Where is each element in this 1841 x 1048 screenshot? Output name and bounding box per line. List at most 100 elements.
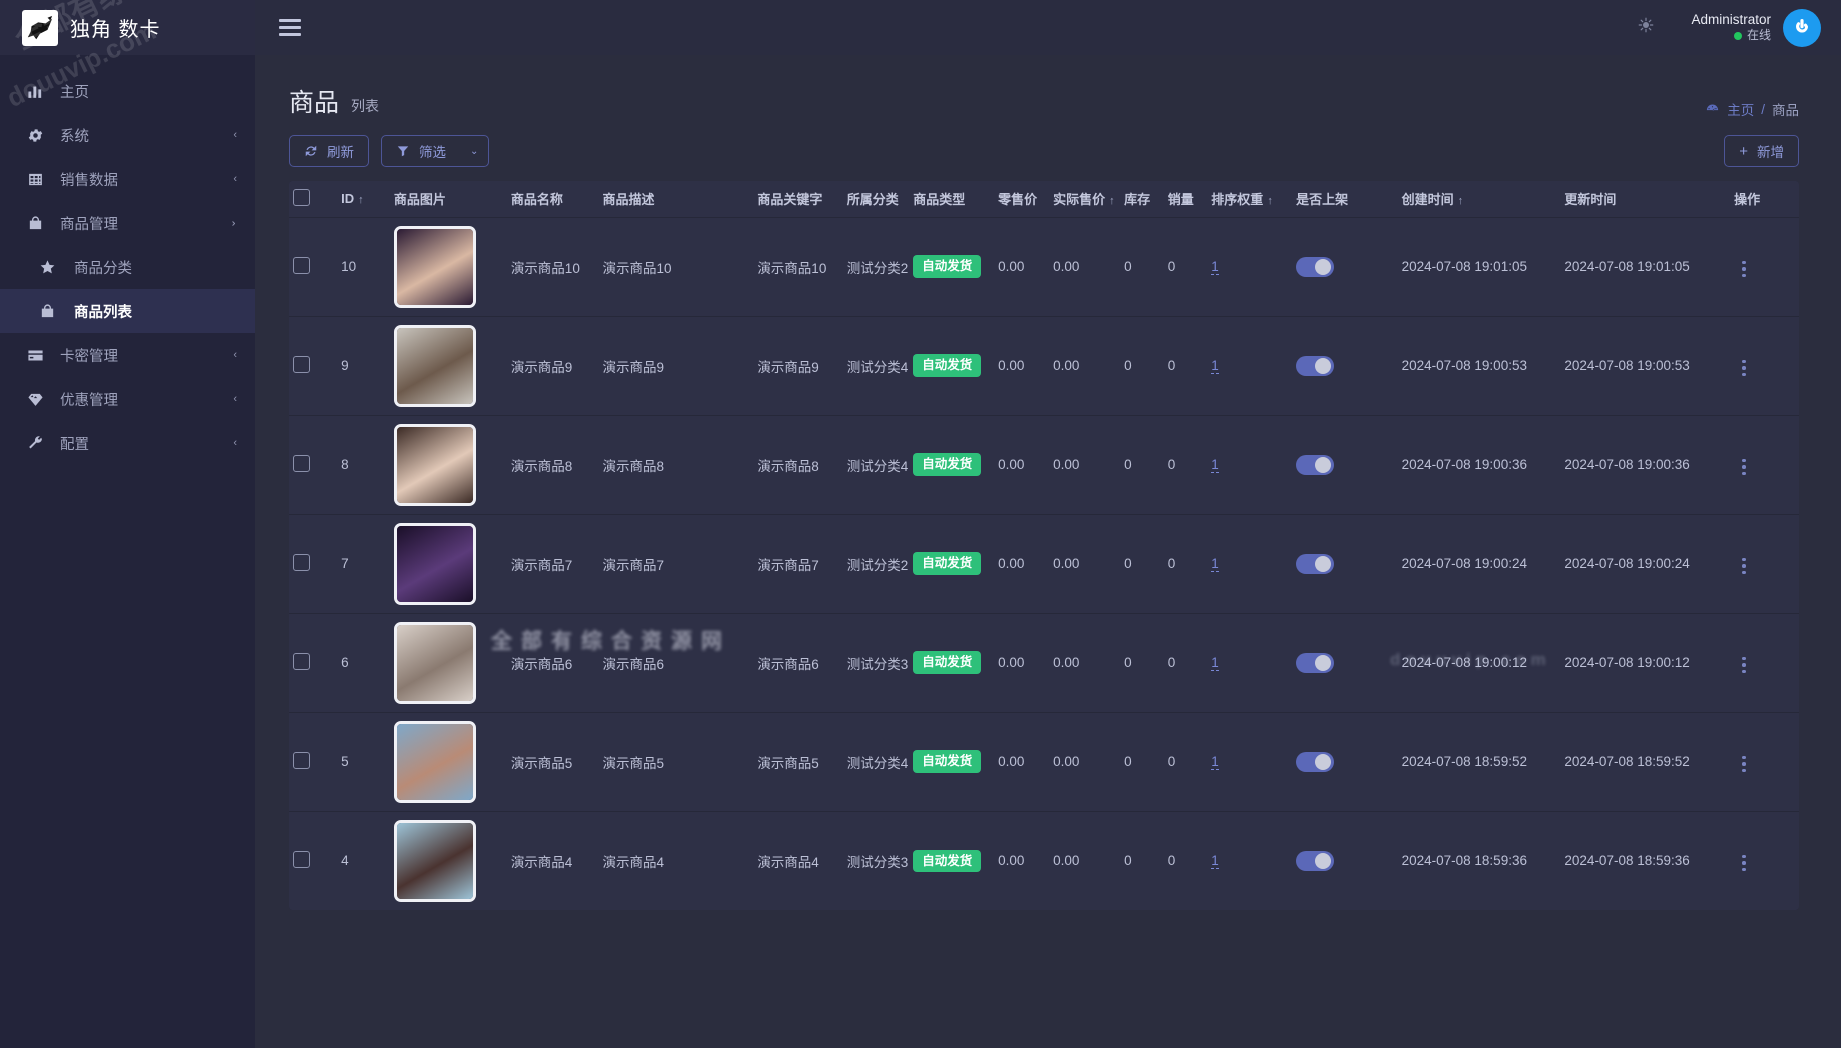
product-thumbnail[interactable] (393, 720, 476, 803)
select-all-checkbox[interactable] (293, 188, 310, 206)
product-thumbnail[interactable] (393, 819, 476, 902)
table-row: 10 演示商品10 演示商品10 演示商品10 测试分类2 自动发货 0.00 0.00 0 0 1… (289, 217, 1799, 316)
row-checkbox[interactable] (293, 850, 310, 868)
row-weight-link[interactable]: 1 (1211, 655, 1219, 671)
cell-type: 自动发货 (909, 415, 994, 514)
sidebar-item-product-list[interactable]: 商品列表 (0, 289, 255, 333)
th-updated-label: 更新时间 (1564, 192, 1617, 208)
product-thumbnail[interactable] (393, 522, 476, 605)
toolbar-left-group: 刷新 筛选 ⌄ (289, 135, 490, 167)
table-row: 9 演示商品9 演示商品9 演示商品9 测试分类4 自动发货 0.00 0.00 0 0 1 2024… (289, 316, 1799, 415)
breadcrumb-home[interactable]: 主页 (1727, 99, 1754, 119)
row-updated: 2024-07-08 18:59:36 (1564, 853, 1690, 869)
user-texts: Administrator 在线 (1691, 12, 1771, 44)
row-actions-menu-icon[interactable] (1734, 851, 1754, 876)
sidebar-item-product-category[interactable]: 商品分类 (0, 245, 255, 289)
sidebar-label-system: 系统 (60, 128, 89, 145)
row-id: 4 (341, 853, 349, 869)
row-price: 0.00 (998, 655, 1025, 670)
row-stock: 0 (1124, 754, 1132, 769)
row-weight-link[interactable]: 1 (1211, 457, 1219, 473)
th-actual-price[interactable]: 实际售价 ↑ (1049, 181, 1121, 217)
cell-type: 自动发货 (909, 217, 994, 316)
brand-header[interactable]: 独角 数卡 (0, 0, 255, 55)
cell-online (1292, 811, 1397, 910)
status-badge: 自动发货 (913, 453, 982, 476)
row-weight-link[interactable]: 1 (1211, 358, 1219, 374)
online-toggle[interactable] (1296, 256, 1335, 277)
th-image-label: 商品图片 (393, 192, 446, 208)
cell-type: 自动发货 (909, 316, 994, 415)
th-type-label: 商品类型 (913, 192, 966, 208)
online-toggle[interactable] (1296, 850, 1335, 871)
row-weight-link[interactable]: 1 (1211, 853, 1219, 870)
cell-updated: 2024-07-08 18:59:52 (1560, 712, 1730, 811)
cell-type: 自动发货 (909, 811, 994, 910)
row-weight-link[interactable]: 1 (1211, 754, 1219, 770)
online-toggle[interactable] (1296, 355, 1335, 376)
row-name: 演示商品4 (510, 854, 573, 870)
product-thumbnail[interactable] (393, 621, 476, 704)
row-checkbox[interactable] (293, 553, 310, 571)
table-row: 8 演示商品8 演示商品8 演示商品8 测试分类4 自动发货 0.00 0.00 0 0 1 2024… (289, 415, 1799, 514)
cell-online (1292, 415, 1397, 514)
online-toggle[interactable] (1296, 454, 1335, 475)
sidebar-item-product-management[interactable]: 商品管理 ⌄ (0, 201, 255, 245)
row-desc: 演示商品4 (602, 854, 665, 870)
row-checkbox[interactable] (293, 652, 310, 670)
sidebar-label-product-list: 商品列表 (74, 304, 132, 321)
row-checkbox[interactable] (293, 454, 310, 472)
online-toggle[interactable] (1296, 751, 1335, 772)
row-checkbox[interactable] (293, 751, 310, 769)
product-thumbnail[interactable] (393, 324, 476, 407)
user-menu[interactable]: Administrator 在线 (1691, 8, 1821, 47)
row-sales: 0 (1167, 853, 1176, 869)
th-weight[interactable]: 排序权重 ↑ (1207, 181, 1293, 217)
cell-weight: 1 (1207, 514, 1292, 613)
add-new-button[interactable]: + 新增 (1724, 135, 1799, 167)
row-checkbox[interactable] (293, 256, 310, 274)
online-toggle[interactable] (1296, 652, 1335, 673)
sidebar-item-configuration[interactable]: 配置 ‹ (0, 421, 255, 465)
avatar[interactable] (1783, 8, 1821, 47)
row-keyword: 演示商品4 (757, 854, 819, 870)
product-thumbnail[interactable] (393, 423, 476, 506)
row-updated: 2024-07-08 19:01:05 (1564, 259, 1690, 274)
row-created: 2024-07-08 18:59:36 (1401, 853, 1527, 869)
row-actions-menu-icon[interactable] (1734, 752, 1754, 777)
row-updated: 2024-07-08 19:00:12 (1564, 655, 1690, 670)
th-created[interactable]: 创建时间 ↑ (1397, 181, 1561, 217)
cell-price: 0.00 (994, 316, 1049, 415)
th-id[interactable]: ID ↑ (337, 181, 390, 217)
row-checkbox[interactable] (293, 355, 310, 373)
cell-select (289, 613, 337, 712)
sidebar-item-system[interactable]: 系统 ‹ (0, 113, 255, 157)
sidebar-label-configuration: 配置 (60, 436, 89, 453)
row-actions-menu-icon[interactable] (1734, 653, 1754, 678)
sidebar-item-home[interactable]: 主页 (0, 69, 255, 113)
product-thumbnail[interactable] (393, 225, 476, 308)
toggle-knob (1315, 852, 1332, 869)
row-actions-menu-icon[interactable] (1734, 455, 1754, 480)
row-weight-link[interactable]: 1 (1211, 259, 1219, 275)
online-toggle[interactable] (1296, 553, 1335, 574)
cell-sales: 0 (1164, 613, 1208, 712)
sidebar-item-sales-data[interactable]: 销售数据 ‹ (0, 157, 255, 201)
cell-desc: 演示商品4 (599, 811, 754, 910)
sidebar-item-card-management[interactable]: 卡密管理 ‹ (0, 333, 255, 377)
th-keyword-label: 商品关键字 (757, 192, 823, 208)
row-actions-menu-icon[interactable] (1734, 554, 1754, 579)
filter-button[interactable]: 筛选 ⌄ (381, 135, 490, 167)
refresh-button[interactable]: 刷新 (289, 135, 369, 167)
row-weight-link[interactable]: 1 (1211, 556, 1219, 572)
row-actions-menu-icon[interactable] (1734, 257, 1754, 282)
cell-actions (1730, 316, 1799, 415)
cell-weight: 1 (1207, 316, 1292, 415)
cell-select (289, 415, 337, 514)
hamburger-icon[interactable] (279, 19, 301, 36)
row-category: 测试分类4 (846, 359, 909, 375)
sidebar-item-promotion-management[interactable]: 优惠管理 ‹ (0, 377, 255, 421)
product-table: ID ↑ 商品图片 商品名称 商品描述 商品关键字 所属分类 商品类型 零售价 实… (289, 181, 1799, 910)
th-category: 所属分类 (842, 181, 910, 217)
row-actions-menu-icon[interactable] (1734, 356, 1754, 381)
